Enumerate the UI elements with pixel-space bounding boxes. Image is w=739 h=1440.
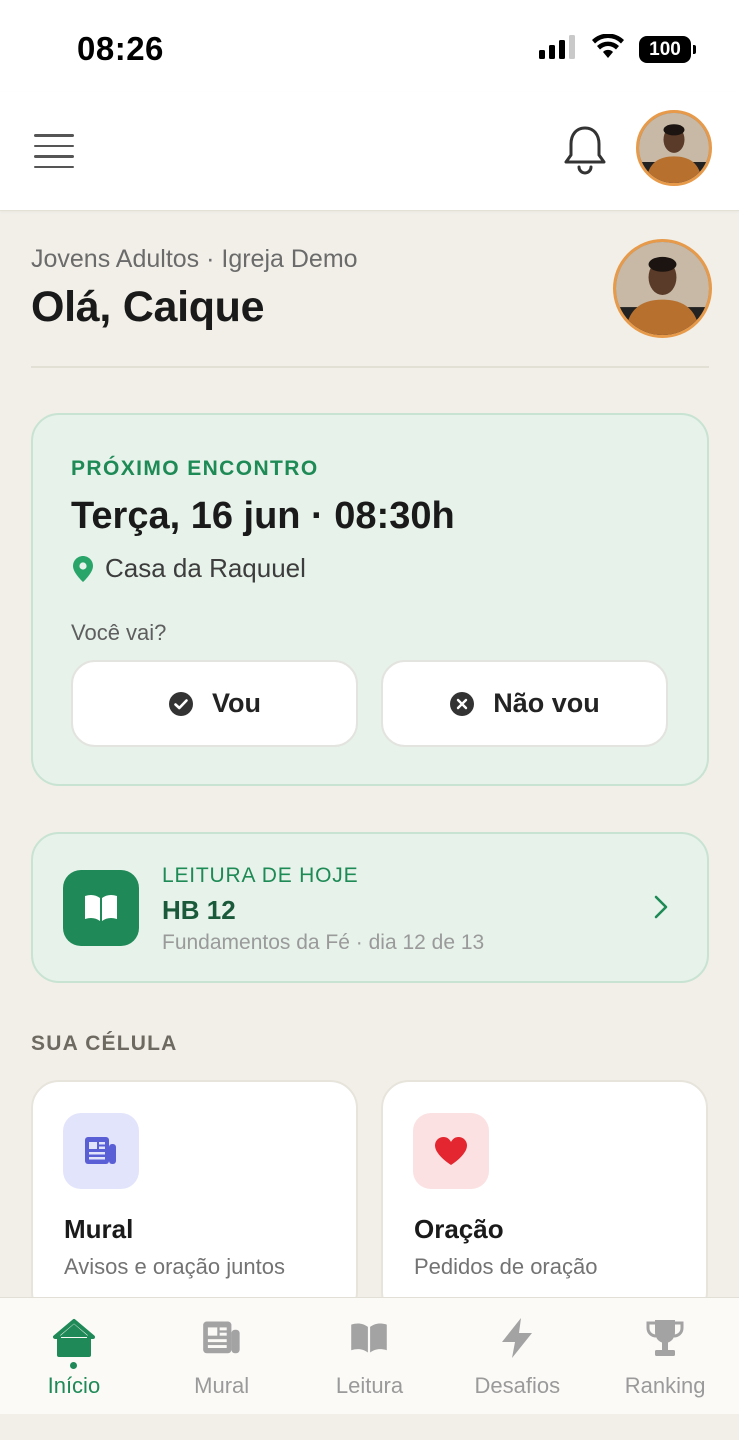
rsvp-yes-button[interactable]: Vou xyxy=(71,660,358,747)
notifications-button[interactable] xyxy=(560,122,610,178)
check-circle-icon xyxy=(169,691,193,716)
mural-card[interactable]: Mural Avisos e oração juntos xyxy=(31,1080,358,1320)
nav-label-leitura: Leitura xyxy=(335,1373,404,1398)
meeting-date: Terça, 16 jun · 08:30h xyxy=(71,495,455,537)
home-screen: 08:26 100 Jovens Adultos · Igreja Demo O… xyxy=(0,0,739,1440)
rsvp-yes-label: Vou xyxy=(212,688,261,718)
reading-subtitle: Fundamentos da Fé · dia 12 de 13 xyxy=(162,931,485,954)
reading-icon-tile xyxy=(63,870,139,946)
nav-label-mural: Mural xyxy=(194,1373,250,1398)
todays-reading-card[interactable]: LEITURA DE HOJE HB 12 Fundamentos da Fé … xyxy=(31,832,709,983)
section-divider xyxy=(31,366,709,368)
heart-icon xyxy=(435,1137,467,1165)
newspaper-icon xyxy=(199,1315,245,1361)
nav-item-ranking[interactable]: Ranking xyxy=(591,1298,739,1414)
mural-card-title: Mural xyxy=(64,1214,134,1244)
home-indicator-area xyxy=(0,1414,739,1440)
menu-icon-line xyxy=(34,155,74,158)
book-open-icon xyxy=(85,894,117,921)
prayer-card-subtitle: Pedidos de oração xyxy=(414,1254,598,1279)
bottom-navigation: Início Mural Leitura Desafios Ranking xyxy=(0,1297,739,1414)
x-circle-icon xyxy=(450,691,475,716)
chevron-right-icon xyxy=(654,895,668,919)
menu-icon-line xyxy=(34,134,74,137)
meeting-location: Casa da Raquuel xyxy=(73,553,306,584)
status-time: 08:26 xyxy=(77,30,164,67)
menu-icon-line xyxy=(34,165,74,168)
nav-item-mural[interactable]: Mural xyxy=(148,1298,296,1414)
reading-title: HB 12 xyxy=(162,895,236,925)
rsvp-no-button[interactable]: Não vou xyxy=(381,660,668,747)
book-icon xyxy=(346,1315,392,1361)
menu-icon-line xyxy=(34,144,74,147)
profile-avatar-button[interactable] xyxy=(636,110,712,186)
location-pin-icon xyxy=(73,555,93,582)
home-icon xyxy=(51,1315,97,1361)
prayer-card-title: Oração xyxy=(414,1214,504,1244)
prayer-card[interactable]: Oração Pedidos de oração xyxy=(381,1080,708,1320)
nav-item-leitura[interactable]: Leitura xyxy=(296,1298,444,1414)
battery-indicator: 100 xyxy=(639,36,696,63)
lightning-icon xyxy=(494,1315,540,1361)
status-icons: 100 xyxy=(539,33,696,65)
reading-label: LEITURA DE HOJE xyxy=(162,864,359,887)
next-meeting-card: PRÓXIMO ENCONTRO Terça, 16 jun · 08:30h … xyxy=(31,413,709,786)
mural-icon-tile xyxy=(63,1113,139,1189)
rsvp-question: Você vai? xyxy=(71,620,167,645)
user-avatar xyxy=(613,239,712,338)
wifi-icon xyxy=(591,33,625,65)
mural-card-subtitle: Avisos e oração juntos xyxy=(64,1254,285,1279)
top-app-bar xyxy=(0,92,739,211)
greeting-title: Olá, Caique xyxy=(31,283,265,331)
nav-label-inicio: Início xyxy=(47,1373,101,1398)
cell-section-title: SUA CÉLULA xyxy=(31,1032,178,1055)
trophy-icon xyxy=(642,1315,688,1361)
nav-label-desafios: Desafios xyxy=(474,1373,561,1398)
nav-item-desafios[interactable]: Desafios xyxy=(443,1298,591,1414)
rsvp-no-label: Não vou xyxy=(493,688,600,718)
active-indicator-dot xyxy=(70,1362,78,1369)
meeting-label: PRÓXIMO ENCONTRO xyxy=(71,457,319,480)
nav-item-inicio[interactable]: Início xyxy=(0,1298,148,1414)
prayer-icon-tile xyxy=(413,1113,489,1189)
signal-icon xyxy=(539,35,577,64)
avatar-image xyxy=(616,242,709,335)
bell-icon xyxy=(564,126,606,175)
group-subtitle: Jovens Adultos · Igreja Demo xyxy=(31,245,358,273)
status-bar: 08:26 100 xyxy=(0,0,739,92)
newspaper-icon xyxy=(85,1137,116,1164)
nav-label-ranking: Ranking xyxy=(624,1373,706,1398)
avatar-image xyxy=(639,113,709,183)
meeting-location-text: Casa da Raquuel xyxy=(105,553,306,583)
menu-button[interactable] xyxy=(34,134,74,168)
